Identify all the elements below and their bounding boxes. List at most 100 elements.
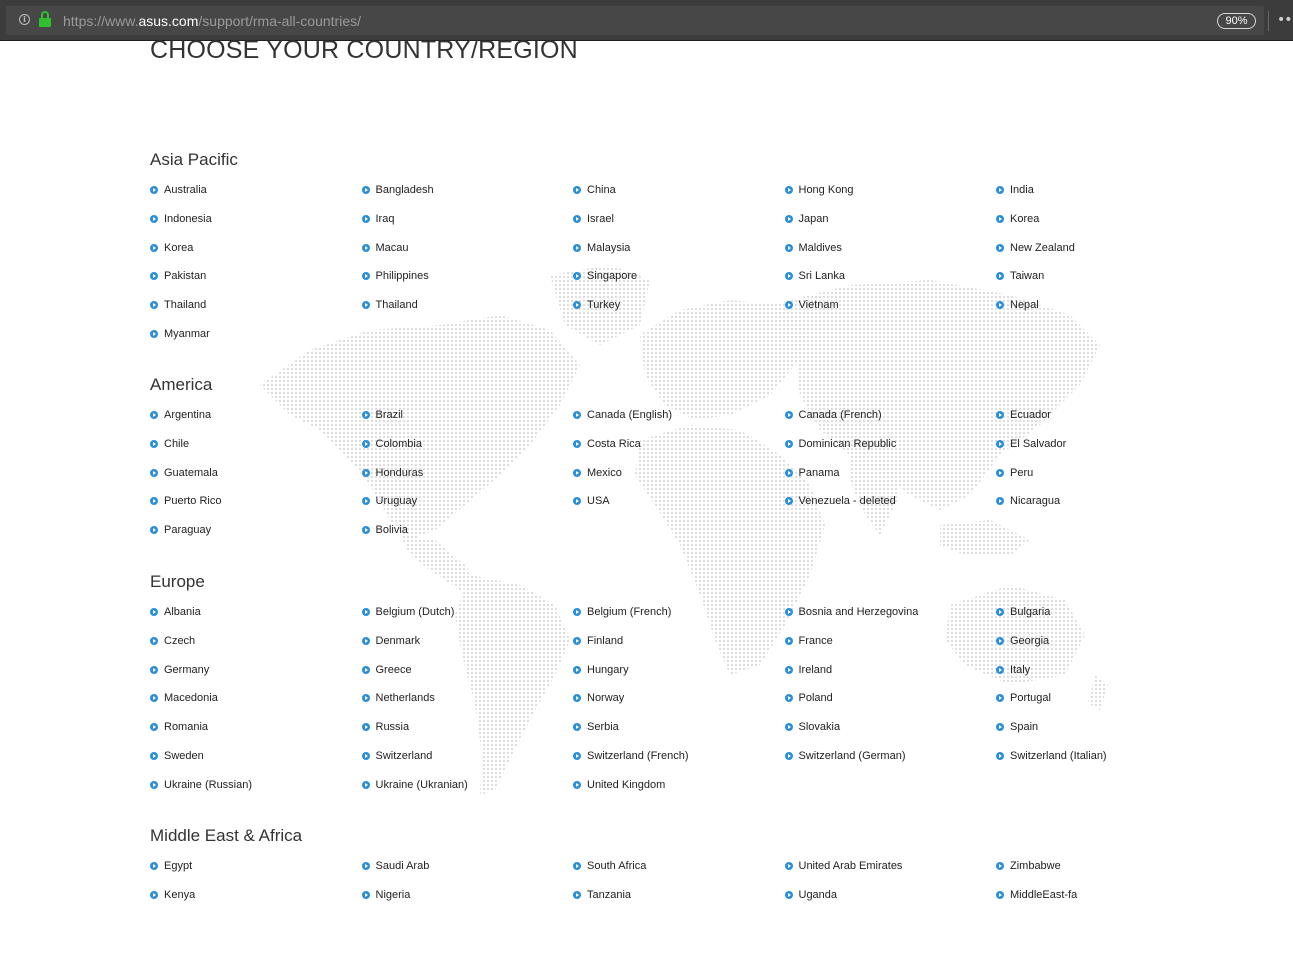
country-link[interactable]: Indonesia <box>150 209 362 229</box>
country-link[interactable]: Hungary <box>573 660 785 680</box>
country-link[interactable]: Iraq <box>361 209 574 229</box>
country-link[interactable]: Sri Lanka <box>784 266 997 286</box>
country-link[interactable]: Myanmar <box>150 324 362 344</box>
country-link[interactable]: Slovakia <box>784 717 997 737</box>
country-link[interactable]: Egypt <box>150 856 362 876</box>
country-link[interactable]: Thailand <box>361 295 574 315</box>
country-link[interactable]: Paraguay <box>150 520 362 540</box>
country-link[interactable]: Norway <box>573 688 785 708</box>
arrow-bullet-icon <box>361 411 370 419</box>
country-link[interactable]: Argentina <box>150 405 362 425</box>
country-link[interactable]: Nicaragua <box>996 491 1208 511</box>
country-link[interactable]: New Zealand <box>996 238 1208 258</box>
country-link[interactable]: Czech <box>150 631 362 651</box>
country-link[interactable]: Hong Kong <box>784 180 997 200</box>
country-link[interactable]: Ireland <box>784 660 997 680</box>
country-link[interactable]: Guatemala <box>150 463 362 483</box>
country-link[interactable]: Chile <box>150 434 362 454</box>
country-link[interactable]: Belgium (French) <box>573 602 785 622</box>
country-link[interactable]: Saudi Arab <box>361 856 574 876</box>
country-link[interactable]: Sweden <box>150 746 362 766</box>
country-link[interactable]: Peru <box>996 463 1208 483</box>
country-link[interactable]: Israel <box>573 209 785 229</box>
country-link[interactable]: Thailand <box>150 295 362 315</box>
url-text[interactable]: https://www.asus.com/support/rma-all-cou… <box>63 13 361 29</box>
country-link[interactable]: Zimbabwe <box>996 856 1208 876</box>
country-link[interactable]: Nepal <box>996 295 1208 315</box>
country-link[interactable]: Korea <box>150 238 362 258</box>
country-link[interactable]: South Africa <box>573 856 785 876</box>
country-link[interactable]: Denmark <box>361 631 574 651</box>
country-link[interactable]: Macau <box>361 238 574 258</box>
country-link[interactable]: Tanzania <box>573 885 785 905</box>
country-link[interactable]: Poland <box>784 688 997 708</box>
country-link[interactable]: Switzerland (German) <box>784 746 997 766</box>
country-link[interactable]: Canada (English) <box>573 405 785 425</box>
country-link[interactable]: Finland <box>573 631 785 651</box>
country-link[interactable]: Bangladesh <box>361 180 574 200</box>
country-link[interactable]: Panama <box>784 463 997 483</box>
country-link[interactable]: Bolivia <box>361 520 574 540</box>
country-link[interactable]: Romania <box>150 717 362 737</box>
country-link[interactable]: Dominican Republic <box>784 434 997 454</box>
country-link[interactable]: Kenya <box>150 885 362 905</box>
country-link[interactable]: China <box>573 180 785 200</box>
country-link[interactable]: Netherlands <box>361 688 574 708</box>
info-icon[interactable]: i <box>19 14 30 25</box>
url-host: asus.com <box>138 13 199 29</box>
country-link[interactable]: Malaysia <box>573 238 785 258</box>
country-link[interactable]: France <box>784 631 997 651</box>
country-link[interactable]: Japan <box>784 209 997 229</box>
country-link[interactable]: United Arab Emirates <box>784 856 997 876</box>
country-link[interactable]: Pakistan <box>150 266 362 286</box>
country-link[interactable]: Switzerland <box>361 746 574 766</box>
country-link[interactable]: Turkey <box>573 295 785 315</box>
country-link[interactable]: United Kingdom <box>573 775 785 795</box>
lock-icon[interactable] <box>38 11 52 28</box>
country-link[interactable]: Macedonia <box>150 688 362 708</box>
country-link[interactable]: Singapore <box>573 266 785 286</box>
country-link[interactable]: Puerto Rico <box>150 491 362 511</box>
country-link[interactable]: Canada (French) <box>784 405 997 425</box>
country-link[interactable]: Ukraine (Ukranian) <box>361 775 574 795</box>
country-link[interactable]: India <box>996 180 1208 200</box>
country-link[interactable]: Uganda <box>784 885 997 905</box>
country-link[interactable]: Honduras <box>361 463 574 483</box>
country-link[interactable]: Uruguay <box>361 491 574 511</box>
country-link[interactable]: Portugal <box>996 688 1208 708</box>
country-link[interactable]: El Salvador <box>996 434 1208 454</box>
country-link[interactable]: Serbia <box>573 717 785 737</box>
country-link[interactable]: Bosnia and Herzegovina <box>784 602 997 622</box>
country-link[interactable]: Taiwan <box>996 266 1208 286</box>
country-link[interactable]: MiddleEast-fa <box>996 885 1208 905</box>
country-link[interactable]: Maldives <box>784 238 997 258</box>
country-link[interactable]: Russia <box>361 717 574 737</box>
country-link[interactable]: Australia <box>150 180 362 200</box>
country-link[interactable]: Belgium (Dutch) <box>361 602 574 622</box>
country-link[interactable]: Nigeria <box>361 885 574 905</box>
country-link[interactable]: Brazil <box>361 405 574 425</box>
country-link[interactable]: Venezuela - deleted <box>784 491 997 511</box>
zoom-level-badge[interactable]: 90% <box>1217 13 1256 29</box>
country-link[interactable]: Spain <box>996 717 1208 737</box>
country-link[interactable]: Ecuador <box>996 405 1208 425</box>
country-link[interactable]: Switzerland (French) <box>573 746 785 766</box>
country-link[interactable]: Mexico <box>573 463 785 483</box>
region-title: Europe <box>150 572 205 591</box>
country-link[interactable]: Colombia <box>361 434 574 454</box>
country-link[interactable]: Bulgaria <box>996 602 1208 622</box>
country-link[interactable]: Germany <box>150 660 362 680</box>
country-link[interactable]: Albania <box>150 602 362 622</box>
country-link[interactable]: Philippines <box>361 266 574 286</box>
country-link[interactable]: Greece <box>361 660 574 680</box>
country-link[interactable]: Vietnam <box>784 295 997 315</box>
country-link[interactable]: Switzerland (Italian) <box>996 746 1208 766</box>
country-link[interactable]: Georgia <box>996 631 1208 651</box>
more-icon[interactable]: •• <box>1277 12 1292 28</box>
country-link[interactable]: Italy <box>996 660 1208 680</box>
country-link[interactable]: USA <box>573 491 785 511</box>
country-link[interactable]: Costa Rica <box>573 434 785 454</box>
country-link[interactable]: Ukraine (Russian) <box>150 775 362 795</box>
country-link[interactable]: Korea <box>996 209 1208 229</box>
url-field[interactable]: i https://www.asus.com/support/rma-all-c… <box>6 6 1264 35</box>
